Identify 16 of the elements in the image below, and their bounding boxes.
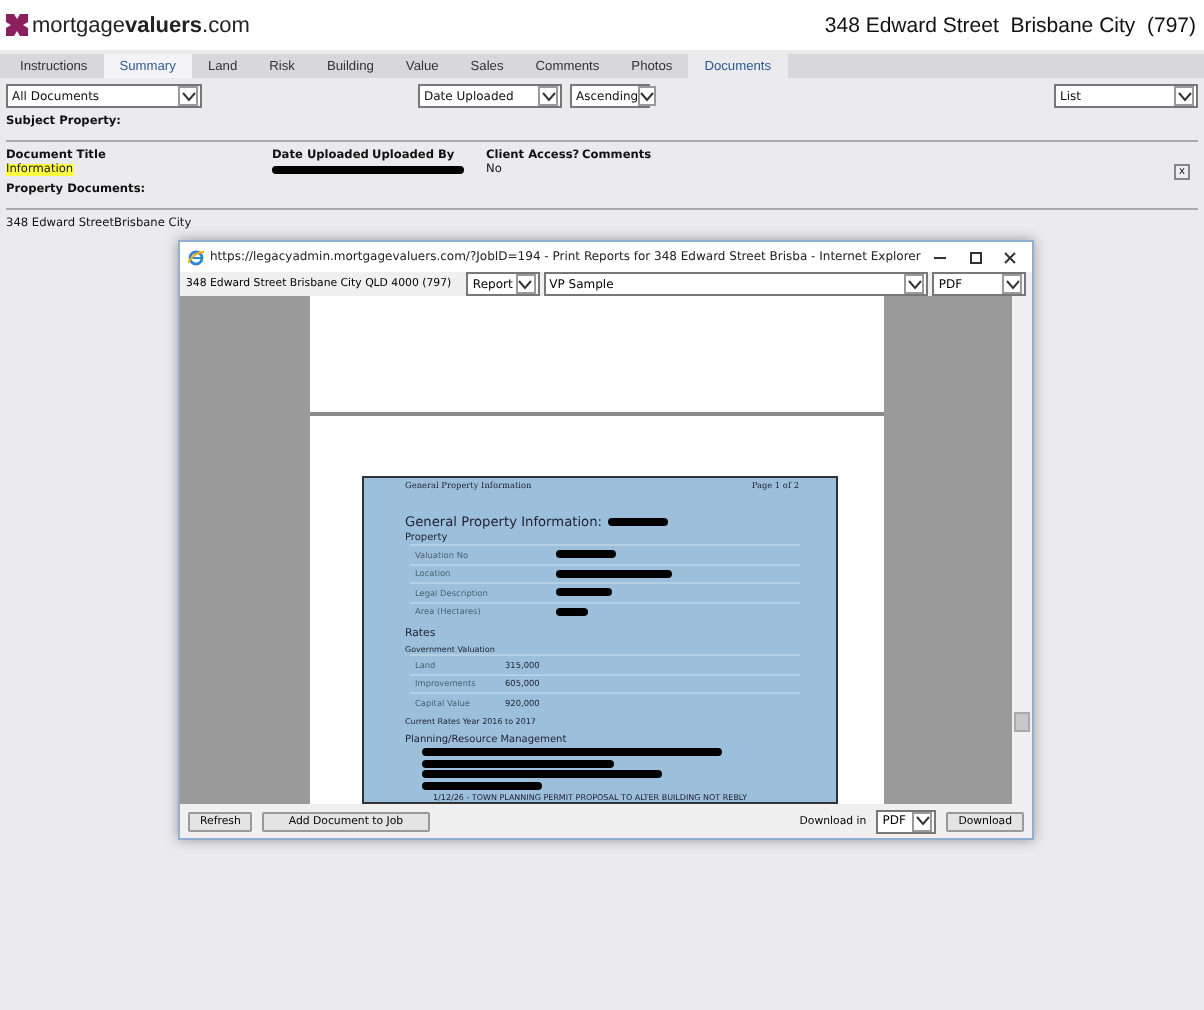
redaction-mark [555, 588, 611, 597]
redaction-mark [555, 607, 587, 616]
redaction-mark [421, 781, 541, 789]
redaction-mark [555, 550, 615, 559]
caret-icon [638, 86, 657, 106]
caret-icon [178, 86, 198, 106]
logo-icon [6, 14, 28, 36]
property-title: 348 Edward Street Brisbane City (797) [824, 13, 1196, 37]
redaction-mark [555, 569, 671, 578]
caret-icon [912, 811, 933, 831]
caret-icon [1174, 86, 1194, 106]
browser-icon [188, 249, 204, 265]
redaction-mark [607, 518, 668, 526]
caret-icon [538, 86, 558, 106]
logo-text: mortgagevaluers.com [32, 13, 250, 37]
thumb [1014, 712, 1030, 732]
